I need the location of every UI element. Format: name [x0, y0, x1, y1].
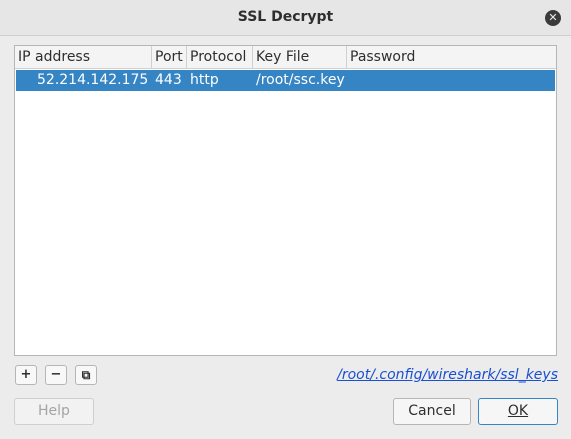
- dialog-title: SSL Decrypt: [237, 9, 334, 25]
- ok-button-label: OK: [507, 403, 529, 419]
- remove-entry-button[interactable]: −: [45, 365, 67, 385]
- help-button[interactable]: Help: [14, 398, 94, 425]
- close-button[interactable]: ✕: [545, 10, 561, 26]
- table-row[interactable]: 52.214.142.175 443 http /root/ssc.key: [16, 70, 555, 91]
- cell-protocol[interactable]: http: [187, 70, 253, 91]
- cell-ip-address[interactable]: 52.214.142.175: [16, 70, 152, 91]
- cancel-button-label: Cancel: [408, 403, 456, 419]
- help-button-label: Help: [38, 403, 70, 419]
- title-bar: SSL Decrypt ✕: [0, 0, 571, 36]
- close-icon: ✕: [548, 11, 558, 24]
- column-header-key-file[interactable]: Key File: [253, 46, 347, 68]
- minus-icon: −: [50, 367, 62, 382]
- cell-port[interactable]: 443: [152, 70, 187, 91]
- ok-button[interactable]: OK: [478, 398, 558, 425]
- cell-password[interactable]: [347, 70, 556, 91]
- column-header-ip-address[interactable]: IP address: [15, 46, 152, 68]
- plus-icon: +: [20, 367, 32, 382]
- ssl-keys-file-link[interactable]: /root/.config/wireshark/ssl_keys: [337, 367, 558, 383]
- column-header-protocol[interactable]: Protocol: [187, 46, 253, 68]
- column-header-port[interactable]: Port: [152, 46, 187, 68]
- table-header: IP address Port Protocol Key File Passwo…: [15, 46, 556, 69]
- cell-key-file[interactable]: /root/ssc.key: [253, 70, 347, 91]
- ssl-keys-table[interactable]: IP address Port Protocol Key File Passwo…: [14, 45, 557, 356]
- column-header-password[interactable]: Password: [347, 46, 556, 68]
- copy-entry-button[interactable]: ⧉: [75, 365, 97, 385]
- cancel-button[interactable]: Cancel: [393, 398, 471, 425]
- add-entry-button[interactable]: +: [15, 365, 37, 385]
- copy-icon: ⧉: [81, 368, 91, 382]
